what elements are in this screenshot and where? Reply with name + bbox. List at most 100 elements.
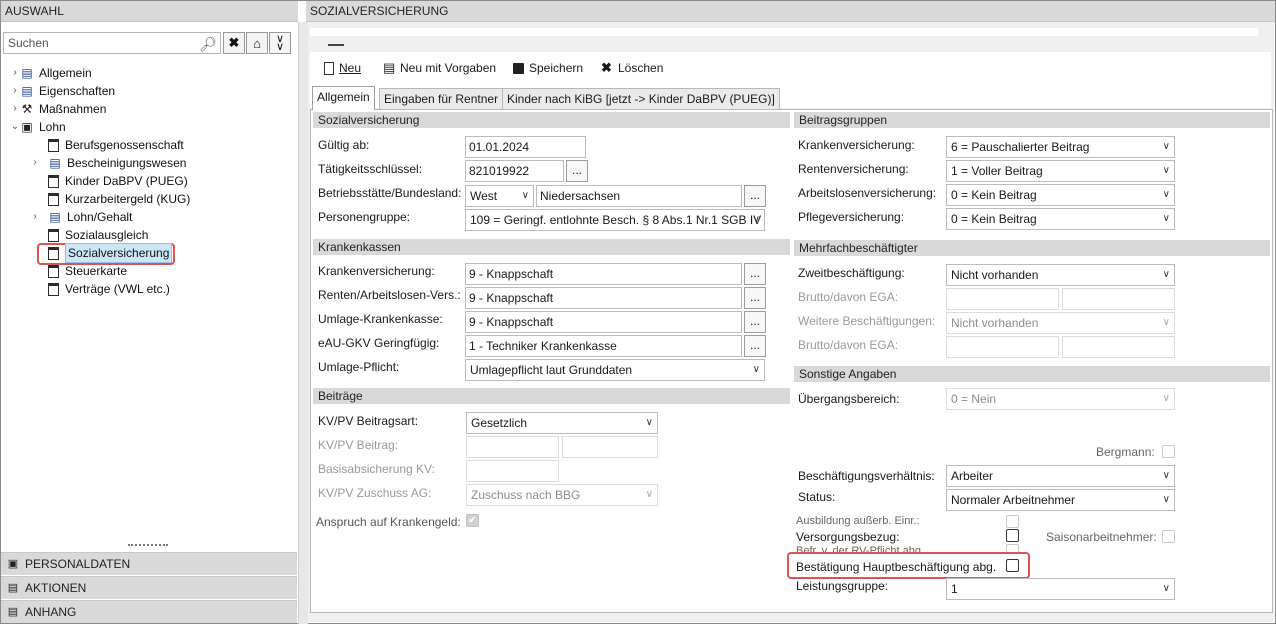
chevron-down-icon: ∨ [752,214,760,225]
chevron-right-icon[interactable]: › [10,64,20,82]
kv-kasse-lookup-button[interactable]: ... [744,263,766,285]
new-document-icon [324,61,334,75]
select-value: Zuschuss nach BBG [471,488,581,502]
select-value: 0 = Kein Beitrag [951,212,1037,226]
section-beitraege: Beiträge [313,388,790,404]
selection-header: AUSWAHL [1,1,298,22]
document-icon [48,174,59,188]
beitragsart-label: KV/PV Beitragsart: [318,414,419,428]
bg-av-select[interactable]: 0 = Kein Beitrag ∨ [946,184,1175,206]
expand-all-button[interactable]: ∨ ∨ [269,32,291,54]
umlage-pflicht-select[interactable]: Umlagepflicht laut Grunddaten ∨ [465,359,765,381]
chevron-down-icon: ∨ [1162,470,1170,481]
umlage-kasse-lookup-button[interactable]: ... [744,311,766,333]
zweit-label: Zweitbeschäftigung: [798,266,905,280]
search-input[interactable]: Suchen 🔎︎ [3,32,221,54]
minimize-icon[interactable] [328,44,344,46]
new-defaults-label: Neu mit Vorgaben [400,61,497,75]
tree-item-kinder-dabpv[interactable]: Kinder DaBPV (PUEG) [48,172,188,190]
save-icon [513,62,524,74]
properties-icon: ▤ [21,83,33,98]
basis-label: Basisabsicherung KV: [318,462,435,476]
leistung-label: Leistungsgruppe: [796,579,889,593]
chevron-right-icon[interactable]: › [30,208,40,226]
bg-av-label: Arbeitslosenversicherung: [798,186,937,200]
chevron-down-icon: ∨ [1162,494,1170,505]
tab-allgemein[interactable]: Allgemein [312,86,375,110]
accordion-aktionen[interactable]: ▤ AKTIONEN [1,576,297,599]
vertical-splitter[interactable] [298,22,308,624]
versorgung-checkbox[interactable] [1006,529,1019,542]
tree-item-sozialausgleich[interactable]: Sozialausgleich [48,226,148,244]
ausbildung-checkbox [1006,515,1019,528]
tree-item-vertraege[interactable]: Verträge (VWL etc.) [48,280,170,298]
tree-label: Kurzarbeitergeld (KUG) [65,192,191,206]
hammer-icon: ⚒ [21,101,33,116]
tree-item-lohn[interactable]: ⌄ ▣ Lohn [10,118,66,136]
money-icon: ▣ [21,119,33,134]
delete-button[interactable]: ✖ Löschen [601,58,663,78]
umlage-kasse-input[interactable]: 9 - Knappschaft [465,311,742,333]
accordion-personaldaten[interactable]: ▣ PERSONALDATEN [1,552,297,575]
zweit-select[interactable]: Nicht vorhanden ∨ [946,264,1175,286]
bg-rv-label: Rentenversicherung: [798,162,909,176]
tab-eingaben-rentner[interactable]: Eingaben für Rentner [379,88,504,110]
tree-item-steuerkarte[interactable]: Steuerkarte [48,262,127,280]
betrieb-west-select[interactable]: West ∨ [465,185,534,207]
save-button[interactable]: Speichern [513,58,583,78]
bg-pv-select[interactable]: 0 = Kein Beitrag ∨ [946,208,1175,230]
chevron-down-icon[interactable]: ⌄ [10,118,20,136]
clear-search-button[interactable]: ✖ [223,32,245,54]
new-button[interactable]: Neu [324,58,361,78]
personengruppe-select[interactable]: 109 = Geringf. entlohnte Besch. § 8 Abs.… [465,209,765,231]
tab-kinder-kibg[interactable]: Kinder nach KiBG [jetzt -> Kinder DaBPV … [502,88,780,110]
verhaeltnis-select[interactable]: Arbeiter ∨ [946,465,1175,487]
panel-splitter[interactable] [128,544,168,548]
tree-item-sozialversicherung[interactable]: Sozialversicherung [48,243,173,263]
status-select[interactable]: Normaler Arbeitnehmer ∨ [946,489,1175,511]
gueltig-ab-input[interactable]: 01.01.2024 [465,136,586,158]
accordion-anhang[interactable]: ▤ ANHANG [1,600,297,623]
leistung-select[interactable]: 1 ∨ [946,578,1175,600]
tree-item-berufsgenossenschaft[interactable]: Berufsgenossenschaft [48,136,184,154]
chevron-down-icon: ∨ [1162,393,1170,404]
rv-kasse-input[interactable]: 9 - Knappschaft [465,287,742,309]
new-with-defaults-button[interactable]: ▤ Neu mit Vorgaben [383,58,496,78]
beitrag-input-2 [562,436,658,458]
brutto2-input-1 [946,336,1059,358]
select-value: 1 [951,582,958,596]
section-beitragsgruppen: Beitragsgruppen [794,112,1270,128]
tree-item-lohn-gehalt[interactable]: › ▤ Lohn/Gehalt [30,208,132,226]
bergmann-label: Bergmann: [1096,445,1155,459]
bundesland-input[interactable]: Niedersachsen [536,185,742,207]
chevron-right-icon[interactable]: › [10,82,20,100]
home-button[interactable]: ⌂ [246,32,268,54]
tree-label: Sozialversicherung [65,243,173,263]
zuschuss-select: Zuschuss nach BBG ∨ [466,484,658,506]
eau-input[interactable]: 1 - Techniker Krankenkasse [465,335,742,357]
search-icon[interactable]: 🔎︎ [199,34,217,54]
kv-kasse-input[interactable]: 9 - Knappschaft [465,263,742,285]
tree-item-bescheinigungswesen[interactable]: › ▤ Bescheinigungswesen [30,154,186,172]
select-value: Nicht vorhanden [951,316,1039,330]
chevron-down-icon: ∨ [1162,165,1170,176]
top-strip [310,28,1258,36]
chevron-right-icon[interactable]: › [30,154,40,172]
bundesland-lookup-button[interactable]: ... [744,185,766,207]
section-mehrfach: Mehrfachbeschäftigter [794,240,1270,256]
tree-item-eigenschaften[interactable]: › ▤ Eigenschaften [10,82,115,100]
tree-item-kurzarbeitergeld[interactable]: Kurzarbeitergeld (KUG) [48,190,190,208]
bg-rv-select[interactable]: 1 = Voller Beitrag ∨ [946,160,1175,182]
taetigkeit-input[interactable]: 821019922 [465,160,564,182]
documents-icon: ▤ [49,155,61,170]
eau-label: eAU-GKV Geringfügig: [318,336,440,350]
chevron-right-icon[interactable]: › [10,100,20,118]
bg-kv-select[interactable]: 6 = Pauschalierter Beitrag ∨ [946,136,1175,158]
rv-kasse-lookup-button[interactable]: ... [744,287,766,309]
taetigkeit-lookup-button[interactable]: ... [566,160,588,182]
select-value: Normaler Arbeitnehmer [951,493,1076,507]
beitragsart-select[interactable]: Gesetzlich ∨ [466,412,658,434]
eau-lookup-button[interactable]: ... [744,335,766,357]
tree-item-allgemein[interactable]: › ▤ Allgemein [10,64,91,82]
tree-item-massnahmen[interactable]: › ⚒ Maßnahmen [10,100,106,118]
